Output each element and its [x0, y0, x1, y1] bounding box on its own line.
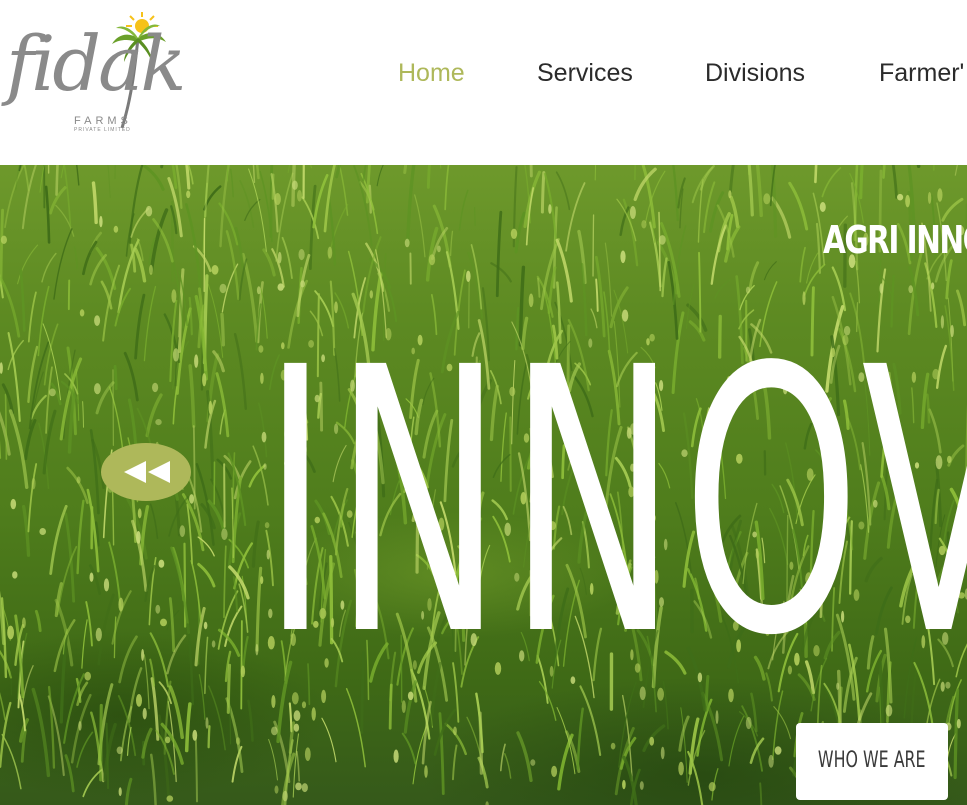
- nav-item-services[interactable]: Services: [537, 56, 633, 90]
- hero-headline: INNOV: [262, 291, 967, 716]
- slider-prev-button[interactable]: [101, 443, 191, 501]
- hero-slider: AGRI INNO INNOV WHO WE ARE: [0, 155, 967, 805]
- site-header: fidak FARMS PRIVATE LIMITED Home Service…: [0, 0, 967, 165]
- page: fidak FARMS PRIVATE LIMITED Home Service…: [0, 0, 967, 805]
- who-we-are-label: WHO WE ARE: [818, 748, 926, 773]
- nav-item-home[interactable]: Home: [398, 56, 465, 90]
- brand-legal-name: PRIVATE LIMITED: [74, 127, 131, 133]
- nav-item-farmers[interactable]: Farmer': [879, 56, 964, 90]
- rewind-icon: [124, 461, 170, 483]
- hero-tagline: AGRI INNO: [823, 218, 967, 262]
- main-nav: Home Services Divisions Farmer': [0, 56, 967, 90]
- brand-subtitle: FARMS: [74, 115, 132, 127]
- who-we-are-button[interactable]: WHO WE ARE: [796, 723, 948, 800]
- nav-item-divisions[interactable]: Divisions: [705, 56, 805, 90]
